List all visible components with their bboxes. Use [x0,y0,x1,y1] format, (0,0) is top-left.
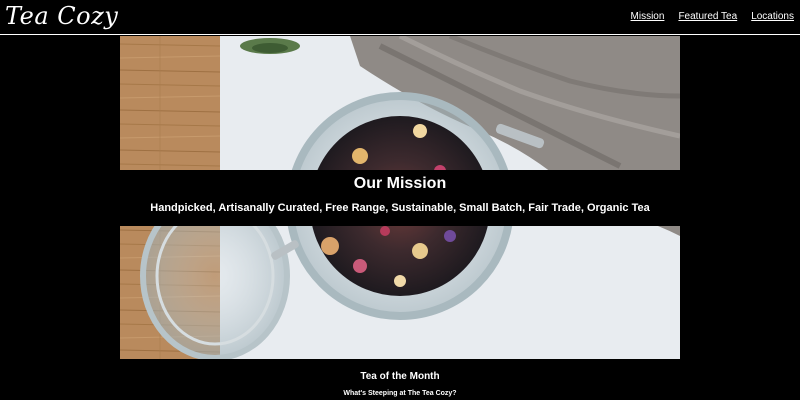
mission-title: Our Mission [353,175,447,192]
nav-link-locations[interactable]: Locations [751,11,794,22]
logo[interactable]: Tea Cozy [5,2,118,30]
mission-subtitle: Handpicked, Artisanally Curated, Free Ra… [150,202,650,214]
nav-link-mission[interactable]: Mission [631,11,665,22]
mission-banner: Our Mission Handpicked, Artisanally Cura… [120,170,680,226]
site-header: Tea Cozy Mission Featured Tea Locations [0,0,800,35]
featured-heading: Tea of the Month [360,371,440,382]
nav-link-featured-tea[interactable]: Featured Tea [678,11,737,22]
featured-subheading: What's Steeping at The Tea Cozy? [343,390,457,397]
main-nav: Mission Featured Tea Locations [631,11,794,22]
